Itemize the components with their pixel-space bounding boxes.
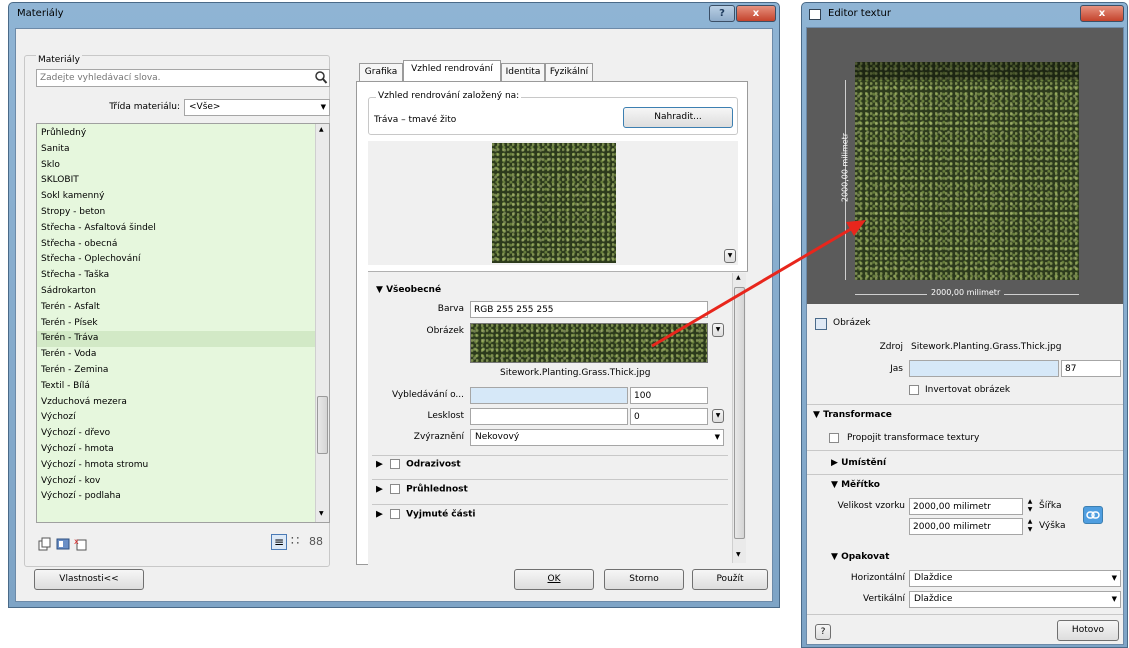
annotation-arrow: [651, 220, 866, 348]
annotation-arrow-line: [651, 224, 857, 348]
annotation-arrow-head: [846, 220, 866, 236]
